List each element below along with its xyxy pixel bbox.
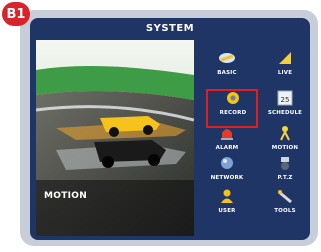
menu-item-label: MOTION <box>271 145 299 151</box>
motion-preview-image <box>36 40 194 236</box>
menu-item-label: ALARM <box>215 145 239 151</box>
ptz-icon <box>275 155 295 171</box>
menu-item-label: TOOLS <box>274 208 296 214</box>
basic-icon <box>217 50 237 66</box>
menu-item-user[interactable]: USER <box>202 188 252 218</box>
window-title: SYSTEM <box>145 22 195 34</box>
menu-item-tools[interactable]: TOOLS <box>260 188 310 218</box>
preview-label: MOTION <box>44 191 88 201</box>
menu-item-ptz[interactable]: P.T.Z <box>260 155 310 185</box>
menu-item-label: P.T.Z <box>277 175 293 181</box>
menu-item-motion[interactable]: MOTION <box>260 125 310 155</box>
menu-item-network[interactable]: NETWORK <box>202 155 252 185</box>
menu-item-label: BASIC <box>217 70 237 76</box>
menu-item-schedule[interactable]: 25 SCHEDULE <box>260 90 310 120</box>
preview-panel: MOTION <box>36 40 194 236</box>
tools-icon <box>275 188 295 204</box>
menu-item-basic[interactable]: BASIC <box>202 50 252 80</box>
menu-item-label: SCHEDULE <box>267 110 303 116</box>
network-icon <box>217 155 237 171</box>
menu-item-live[interactable]: LIVE <box>260 50 310 80</box>
svg-text:25: 25 <box>281 96 290 104</box>
menu-item-alarm[interactable]: ALARM <box>202 125 252 155</box>
selected-item-highlight <box>206 89 258 128</box>
step-badge: B1 <box>2 2 30 26</box>
menu-grid: BASIC LIVE RECORD 25 SCHEDULE ALARM MOTI… <box>202 50 312 230</box>
live-icon <box>275 50 295 66</box>
menu-item-label: USER <box>218 208 236 214</box>
schedule-icon: 25 <box>275 90 295 106</box>
menu-item-label: NETWORK <box>210 175 244 181</box>
menu-item-label: LIVE <box>277 70 293 76</box>
user-icon <box>217 188 237 204</box>
motion-icon <box>275 125 295 141</box>
